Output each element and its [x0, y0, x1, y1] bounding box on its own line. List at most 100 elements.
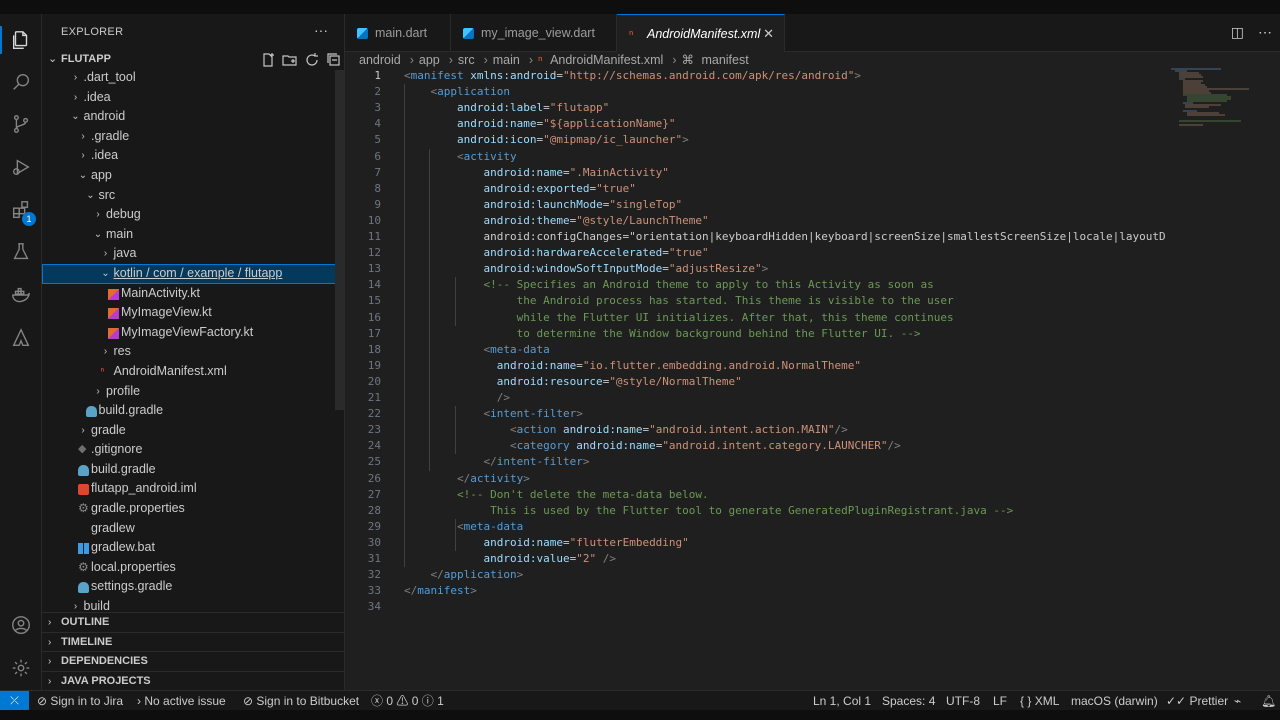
tree-folder[interactable]: ⌄ android — [42, 107, 337, 127]
code-line[interactable]: <action android:name="android.intent.act… — [404, 422, 1166, 438]
code-line[interactable]: <meta-data — [404, 342, 1166, 358]
code-line[interactable]: android:value="2" /> — [404, 551, 1166, 567]
sidebar-scrollbar[interactable] — [335, 70, 344, 410]
tree-file[interactable]: build.gradle — [42, 401, 337, 421]
section-outline[interactable]: › OUTLINE — [42, 612, 345, 632]
tree-folder[interactable]: › .gradle — [42, 127, 337, 147]
code-line[interactable]: </manifest> — [404, 583, 1166, 599]
tree-folder[interactable]: › .idea — [42, 88, 337, 108]
feedback-icon[interactable]: ⌁ — [1234, 691, 1241, 711]
end-of-line[interactable]: LF — [993, 691, 1007, 711]
run-debug-icon[interactable] — [0, 147, 42, 187]
code-line[interactable]: <!-- Specifies an Android theme to apply… — [404, 277, 1166, 293]
accounts-icon[interactable] — [0, 605, 42, 645]
tree-file[interactable]: build.gradle — [42, 460, 337, 480]
source-control-icon[interactable] — [0, 104, 42, 144]
encoding[interactable]: UTF-8 — [946, 691, 980, 711]
explorer-icon[interactable] — [0, 20, 42, 60]
tree-folder[interactable]: › res — [42, 342, 337, 362]
tab-androidmanifest-xml[interactable]: ⁿ AndroidManifest.xml ✕ — [617, 14, 785, 52]
tree-folder[interactable]: ⌄ app — [42, 166, 337, 186]
project-header[interactable]: ⌄ FLUTAPP — [42, 50, 345, 70]
tree-file[interactable]: MyImageViewFactory.kt — [42, 323, 337, 343]
code-line[interactable]: android:name="flutterEmbedding" — [404, 535, 1166, 551]
tree-file[interactable]: gradlew.bat — [42, 538, 337, 558]
code-line[interactable]: </activity> — [404, 471, 1166, 487]
new-folder-icon[interactable] — [282, 52, 298, 68]
code-line[interactable]: </application> — [404, 567, 1166, 583]
minimap[interactable] — [1171, 68, 1271, 128]
tree-file[interactable]: MainActivity.kt — [42, 284, 337, 304]
breadcrumb-item[interactable]: app — [419, 53, 440, 67]
close-icon[interactable]: ✕ — [763, 15, 774, 53]
code-line[interactable]: /> — [404, 390, 1166, 406]
breadcrumb-item[interactable]: src — [458, 53, 475, 67]
code-line[interactable]: android:icon="@mipmap/ic_launcher"> — [404, 132, 1166, 148]
problems-indicator[interactable]: ⓧ 0 ⚠ 0 ⓘ 1 — [371, 691, 444, 711]
tab-main-dart[interactable]: main.dart — [345, 14, 451, 52]
breadcrumb-item[interactable]: main — [493, 53, 520, 67]
section-timeline[interactable]: › TIMELINE — [42, 631, 345, 652]
code-line[interactable]: android:theme="@style/LaunchTheme" — [404, 213, 1166, 229]
code-line[interactable]: android:label="flutapp" — [404, 100, 1166, 116]
tree-file[interactable]: ◆ .gitignore — [42, 440, 337, 460]
tree-folder[interactable]: ⌄ kotlin / com / example / flutapp — [42, 263, 337, 284]
tree-file[interactable]: ⚙ gradle.properties — [42, 499, 337, 519]
breadcrumb-item[interactable]: manifest — [701, 53, 748, 67]
code-line[interactable]: <!-- Don't delete the meta-data below. — [404, 487, 1166, 503]
code-line[interactable]: android:name="${applicationName}" — [404, 116, 1166, 132]
tree-folder[interactable]: › gradle — [42, 421, 337, 441]
remote-indicator-icon[interactable]: ⤫ — [0, 691, 29, 711]
code-line[interactable]: android:resource="@style/NormalTheme" — [404, 374, 1166, 390]
extensions-icon[interactable]: 1 — [0, 190, 42, 230]
active-issue[interactable]: › No active issue — [137, 691, 226, 711]
section-java-projects[interactable]: › JAVA PROJECTS — [42, 670, 345, 691]
cursor-position[interactable]: Ln 1, Col 1 — [813, 691, 871, 711]
tree-file[interactable]: ⚙ local.properties — [42, 558, 337, 578]
tree-folder[interactable]: › profile — [42, 382, 337, 402]
code-editor[interactable]: android › app › src › main › ⁿ AndroidManifest.x… — [345, 52, 1280, 690]
settings-gear-icon[interactable] — [0, 648, 42, 688]
more-actions-icon[interactable]: ⋯ — [1258, 24, 1272, 41]
section-dependencies[interactable]: › DEPENDENCIES — [42, 651, 345, 671]
tree-folder[interactable]: ⌄ main — [42, 225, 337, 245]
code-line[interactable]: the Android process has started. This th… — [404, 293, 1166, 309]
testing-icon[interactable] — [0, 232, 42, 272]
new-file-icon[interactable] — [260, 52, 276, 68]
split-editor-icon[interactable]: ◫ — [1231, 24, 1244, 41]
code-line[interactable]: <activity — [404, 149, 1166, 165]
code-line[interactable]: android:windowSoftInputMode="adjustResiz… — [404, 261, 1166, 277]
code-line[interactable]: to determine the Window background behin… — [404, 326, 1166, 342]
code-line[interactable]: android:name=".MainActivity" — [404, 165, 1166, 181]
code-line[interactable]: android:hardwareAccelerated="true" — [404, 245, 1166, 261]
tree-folder[interactable]: › java — [42, 244, 337, 264]
tree-folder[interactable]: ⌄ src — [42, 186, 337, 206]
refresh-icon[interactable] — [304, 52, 320, 68]
tree-file[interactable]: ⁿ AndroidManifest.xml — [42, 362, 337, 382]
tree-file[interactable]: flutapp_android.iml — [42, 479, 337, 499]
code-line[interactable]: <category android:name="android.intent.c… — [404, 438, 1166, 454]
prettier-status[interactable]: ✓✓ Prettier — [1166, 691, 1228, 711]
code-line[interactable]: <application — [404, 84, 1166, 100]
tree-folder[interactable]: › .dart_tool — [42, 68, 337, 88]
tab-my-image-view-dart[interactable]: my_image_view.dart — [451, 14, 617, 52]
tree-folder[interactable]: › .idea — [42, 146, 337, 166]
more-actions-icon[interactable]: ··· — [314, 22, 328, 38]
breadcrumb-item[interactable]: android — [359, 53, 401, 67]
code-line[interactable]: android:configChanges="orientation|keybo… — [404, 229, 1166, 245]
docker-icon[interactable] — [0, 275, 42, 315]
code-line[interactable] — [404, 599, 1166, 615]
code-line[interactable]: while the Flutter UI initializes. After … — [404, 310, 1166, 326]
code-line[interactable]: android:exported="true" — [404, 181, 1166, 197]
breadcrumb-item[interactable]: AndroidManifest.xml — [550, 53, 663, 67]
bitbucket-signin[interactable]: ⊘ Sign in to Bitbucket — [243, 691, 359, 711]
tree-folder[interactable]: › debug — [42, 205, 337, 225]
atlassian-icon[interactable] — [0, 318, 42, 358]
code-line[interactable]: <manifest xmlns:android="http://schemas.… — [404, 68, 1166, 84]
search-icon[interactable] — [0, 62, 42, 102]
code-line[interactable]: <intent-filter> — [404, 406, 1166, 422]
tree-file[interactable]: MyImageView.kt — [42, 303, 337, 323]
code-line[interactable]: <meta-data — [404, 519, 1166, 535]
tree-file[interactable]: gradlew — [42, 519, 337, 539]
notifications-icon[interactable]: 🔔︎ — [1261, 691, 1276, 711]
